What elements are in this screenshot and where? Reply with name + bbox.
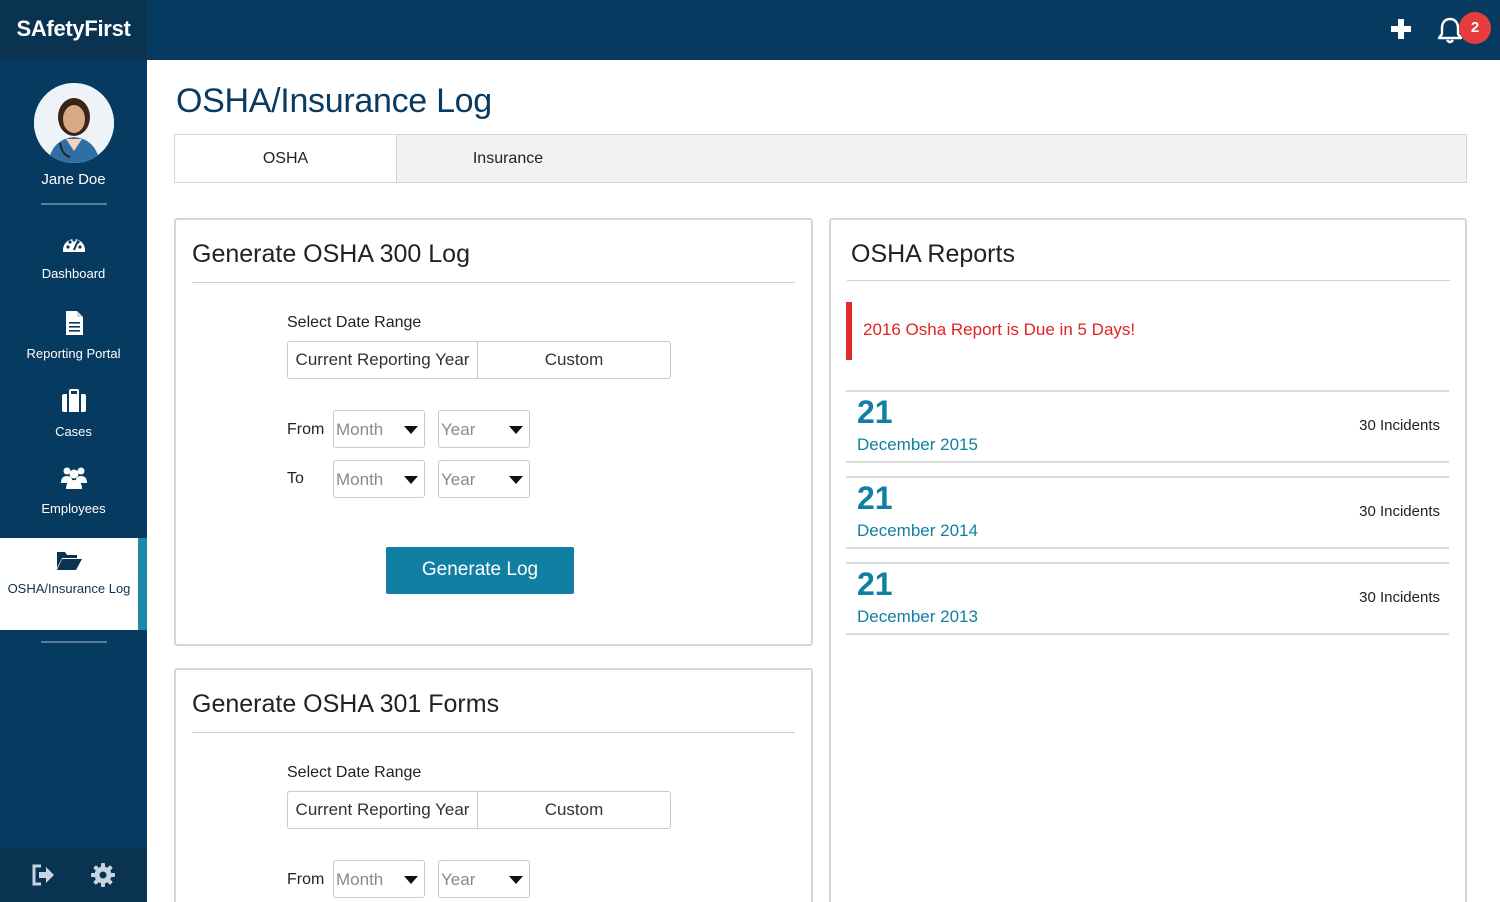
report-date: December 2013	[857, 607, 978, 626]
chevron-down-icon	[404, 476, 418, 484]
tab-insurance[interactable]: Insurance	[397, 135, 619, 182]
plus-icon[interactable]	[1388, 16, 1414, 42]
date-range-toggle: Current Reporting Year Custom	[287, 341, 671, 379]
users-icon	[60, 467, 87, 489]
report-row[interactable]: 21 December 2015 30 Incidents	[846, 390, 1449, 463]
tab-osha[interactable]: OSHA	[175, 135, 397, 182]
sidebar-divider	[41, 641, 107, 643]
briefcase-icon	[61, 389, 86, 412]
report-date: December 2015	[857, 435, 978, 454]
card-divider	[192, 732, 795, 733]
sidebar-item-dashboard[interactable]: Dashboard	[0, 232, 147, 281]
sidebar-item-osha-insurance-log[interactable]: OSHA/Insurance Log	[0, 538, 147, 630]
user-name[interactable]: Jane Doe	[0, 171, 147, 188]
from-month-select[interactable]: Month	[333, 410, 425, 448]
dashboard-gauge-icon	[62, 238, 85, 252]
report-row[interactable]: 21 December 2013 30 Incidents	[846, 562, 1449, 635]
chevron-down-icon	[509, 476, 523, 484]
select-value: Month	[336, 420, 384, 439]
report-due-alert: 2016 Osha Report is Due in 5 Days!	[846, 302, 1446, 360]
osha-reports-card: OSHA Reports 2016 Osha Report is Due in …	[829, 218, 1467, 902]
select-value: Year	[441, 470, 476, 489]
report-day: 21	[857, 394, 893, 430]
incident-count: 30 Incidents	[1359, 503, 1440, 520]
from-year-select[interactable]: Year	[438, 860, 530, 898]
select-value: Month	[336, 470, 384, 489]
to-year-select[interactable]: Year	[438, 460, 530, 498]
sidebar-item-cases[interactable]: Cases	[0, 388, 147, 439]
sidebar-item-label: Dashboard	[41, 266, 106, 281]
custom-range-button[interactable]: Custom	[478, 792, 670, 828]
card-title: Generate OSHA 300 Log	[192, 240, 470, 268]
card-divider	[192, 282, 795, 283]
sidebar-divider	[41, 203, 107, 205]
card-title: Generate OSHA 301 Forms	[192, 690, 500, 718]
sidebar-item-label: OSHA/Insurance Log	[7, 581, 131, 596]
date-range-toggle: Current Reporting Year Custom	[287, 791, 671, 829]
to-month-select[interactable]: Month	[333, 460, 425, 498]
osha-300-card: Generate OSHA 300 Log Select Date Range …	[174, 218, 813, 646]
card-divider	[847, 280, 1450, 281]
notification-badge[interactable]: 2	[1459, 12, 1491, 44]
sidebar-item-label: Employees	[41, 501, 106, 516]
sidebar-footer	[0, 847, 147, 902]
current-reporting-year-button[interactable]: Current Reporting Year	[288, 792, 478, 828]
chevron-down-icon	[509, 426, 523, 434]
select-value: Year	[441, 870, 476, 889]
incident-count: 30 Incidents	[1359, 589, 1440, 606]
osha-301-card: Generate OSHA 301 Forms Select Date Rang…	[174, 668, 813, 902]
chevron-down-icon	[509, 876, 523, 884]
select-value: Year	[441, 420, 476, 439]
page-title: OSHA/Insurance Log	[176, 82, 492, 120]
card-title: OSHA Reports	[851, 240, 1015, 268]
sidebar-item-reporting-portal[interactable]: Reporting Portal	[0, 310, 147, 361]
from-year-select[interactable]: Year	[438, 410, 530, 448]
custom-range-button[interactable]: Custom	[478, 342, 670, 378]
sidebar-item-employees[interactable]: Employees	[0, 465, 147, 516]
report-date: December 2014	[857, 521, 978, 540]
from-month-select[interactable]: Month	[333, 860, 425, 898]
date-range-label: Select Date Range	[287, 764, 422, 781]
brand-logo[interactable]: SAfetyFirst	[0, 0, 147, 60]
chevron-down-icon	[404, 426, 418, 434]
alert-message: 2016 Osha Report is Due in 5 Days!	[863, 320, 1136, 339]
avatar[interactable]	[34, 83, 114, 163]
top-bar: SAfetyFirst 2	[0, 0, 1500, 60]
chevron-down-icon	[404, 876, 418, 884]
settings-gear-icon[interactable]	[90, 862, 116, 888]
logout-icon[interactable]	[30, 862, 56, 888]
incident-count: 30 Incidents	[1359, 417, 1440, 434]
from-label: From	[287, 871, 325, 888]
from-label: From	[287, 421, 325, 438]
date-range-label: Select Date Range	[287, 314, 422, 331]
folder-open-icon	[57, 552, 82, 570]
sidebar-item-label: Reporting Portal	[26, 346, 121, 361]
sidebar-item-label: Cases	[55, 424, 92, 439]
to-label: To	[287, 470, 304, 487]
report-row[interactable]: 21 December 2014 30 Incidents	[846, 476, 1449, 549]
sidebar: Jane Doe Dashboard Reporting Portal Case…	[0, 60, 147, 902]
report-day: 21	[857, 480, 893, 516]
report-day: 21	[857, 566, 893, 602]
generate-log-button[interactable]: Generate Log	[386, 547, 574, 594]
tab-bar: OSHA Insurance	[174, 134, 1467, 183]
select-value: Month	[336, 870, 384, 889]
document-icon	[65, 311, 83, 335]
current-reporting-year-button[interactable]: Current Reporting Year	[288, 342, 478, 378]
